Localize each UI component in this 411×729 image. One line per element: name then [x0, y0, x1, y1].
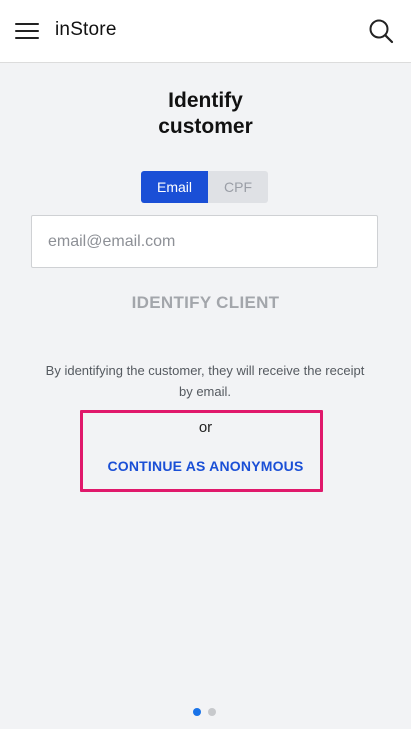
menu-line — [15, 37, 39, 39]
search-icon[interactable] — [367, 17, 395, 45]
page-title-line2: customer — [158, 115, 253, 138]
page-dot-inactive[interactable] — [208, 708, 216, 716]
toggle-email-option[interactable]: Email — [141, 171, 208, 203]
page-indicator — [193, 708, 216, 716]
receipt-info-text: By identifying the customer, they will r… — [45, 363, 365, 399]
email-input[interactable] — [31, 215, 378, 268]
page-title-line1: Identify — [168, 89, 243, 112]
menu-line — [15, 23, 39, 25]
app-header: inStore — [0, 0, 411, 63]
app-title: inStore — [55, 19, 117, 40]
search-icon-graphic — [369, 19, 394, 44]
identifier-type-toggle: Email CPF — [141, 171, 268, 203]
menu-line — [15, 30, 39, 32]
hamburger-menu-icon[interactable] — [15, 22, 39, 40]
toggle-cpf-option[interactable]: CPF — [208, 171, 268, 203]
page-dot-active[interactable] — [193, 708, 201, 716]
identify-client-button[interactable]: IDENTIFY CLIENT — [0, 291, 411, 315]
page-title: Identify customer — [0, 88, 411, 140]
continue-anonymous-link[interactable]: CONTINUE AS ANONYMOUS — [0, 458, 411, 474]
or-separator: or — [198, 419, 213, 436]
